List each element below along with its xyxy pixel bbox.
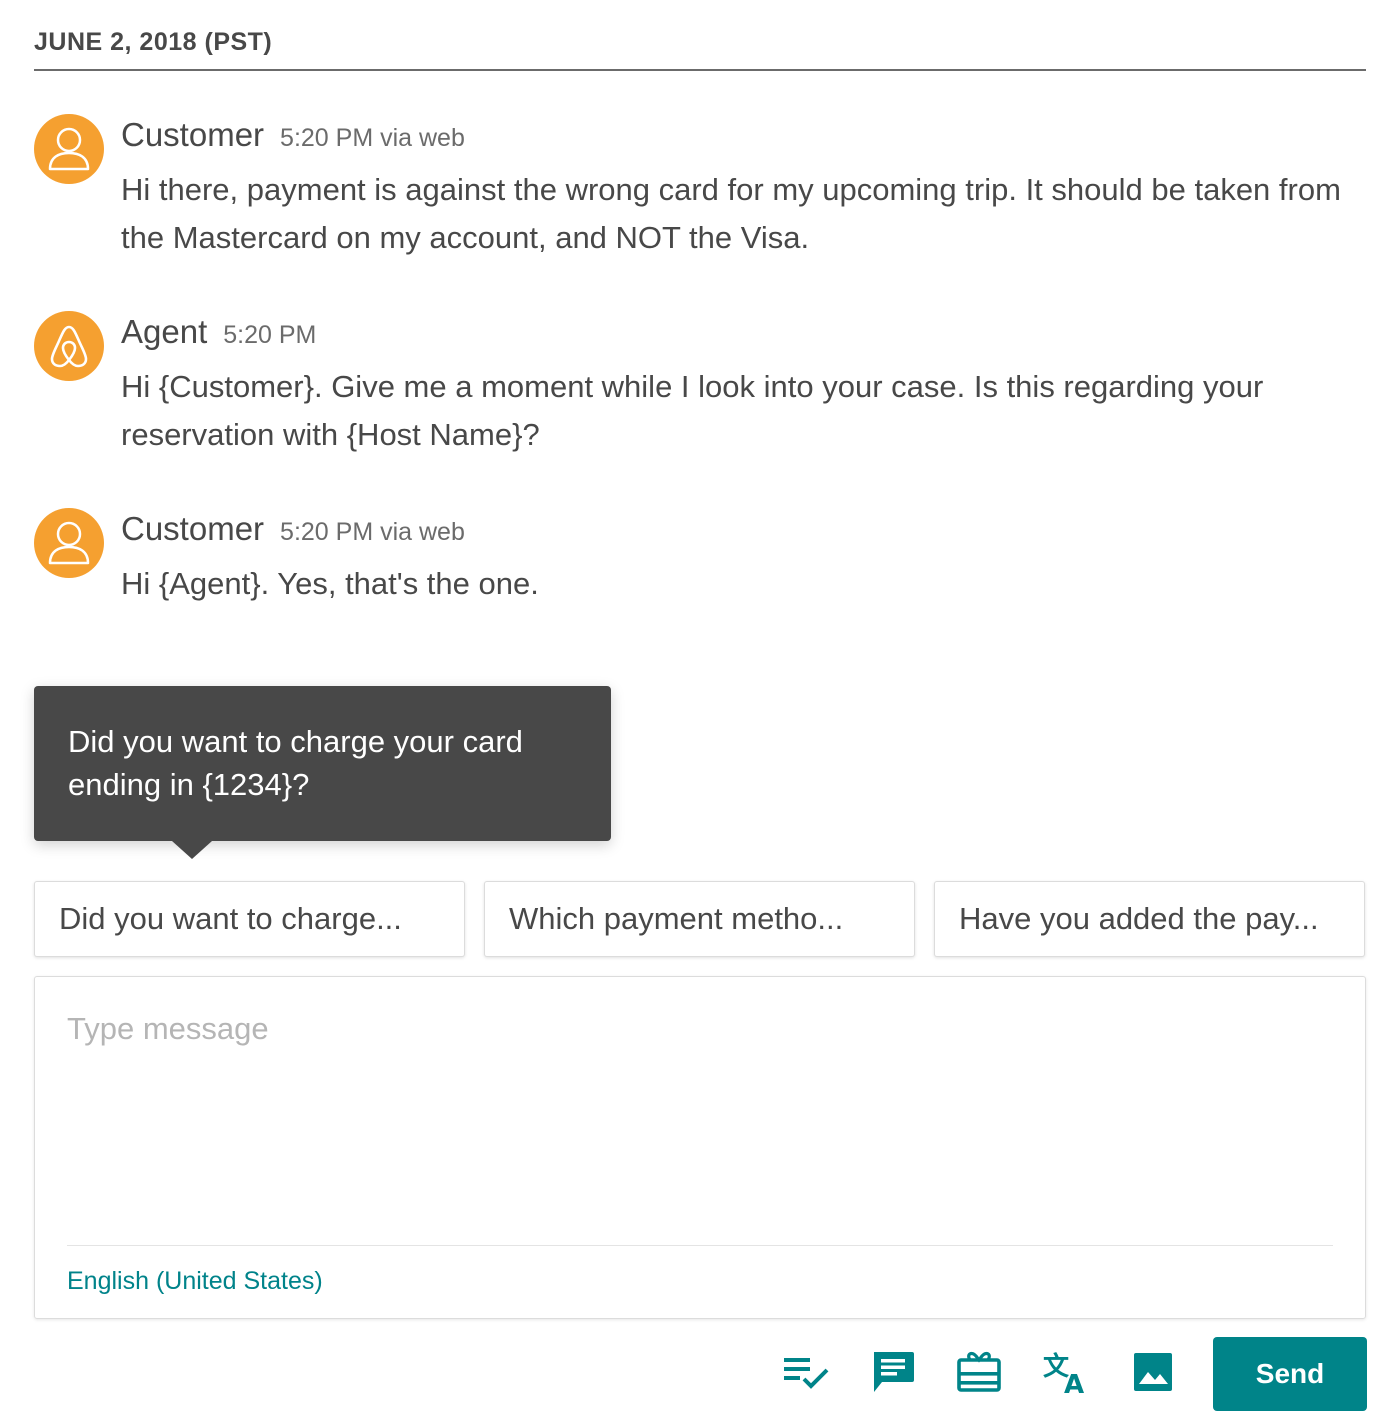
saved-messages-button[interactable] [869,1348,917,1396]
gift-card-button[interactable] [955,1348,1003,1396]
image-upload-button[interactable] [1129,1348,1177,1396]
checklist-button[interactable] [782,1348,830,1396]
message-time: 5:20 PM [223,321,317,349]
person-icon [48,521,90,565]
customer-avatar [34,114,104,184]
suggested-reply-3[interactable]: Have you added the pay... [934,881,1365,957]
message-text: Hi {Agent}. Yes, that's the one. [121,566,539,601]
message-icon [874,1352,914,1392]
sender-name: Customer [121,116,265,153]
agent-avatar [34,311,104,381]
translate-icon: 文 A [1043,1351,1084,1395]
airbnb-logo-icon [50,325,88,368]
message-input[interactable] [67,1011,1329,1231]
checklist-icon [784,1358,829,1389]
composer-divider [67,1245,1333,1246]
sender-name: Customer [121,510,265,547]
message-composer: English (United States) [34,976,1366,1319]
message-time: 5:20 PM via web [280,518,465,546]
svg-text:A: A [1064,1370,1084,1395]
sender-name: Agent [121,313,208,350]
translate-button[interactable]: 文 A [1042,1348,1090,1396]
suggested-reply-1[interactable]: Did you want to charge... [34,881,465,957]
send-button[interactable]: Send [1213,1337,1367,1411]
language-selector[interactable]: English (United States) [67,1267,323,1296]
message-text: Hi {Customer}. Give me a moment while I … [121,369,1264,452]
message-text: Hi there, payment is against the wrong c… [121,172,1341,255]
gift-card-icon [957,1351,1001,1392]
suggestion-tooltip: Did you want to charge your card ending … [34,686,611,859]
image-icon [1134,1353,1172,1391]
customer-avatar [34,508,104,578]
message-time: 5:20 PM via web [280,124,465,152]
person-icon [48,127,90,171]
tooltip-text: Did you want to charge your card ending … [68,724,523,802]
date-header: JUNE 2, 2018 (PST) [34,28,1366,71]
suggested-reply-2[interactable]: Which payment metho... [484,881,915,957]
tooltip-arrow [172,841,212,859]
